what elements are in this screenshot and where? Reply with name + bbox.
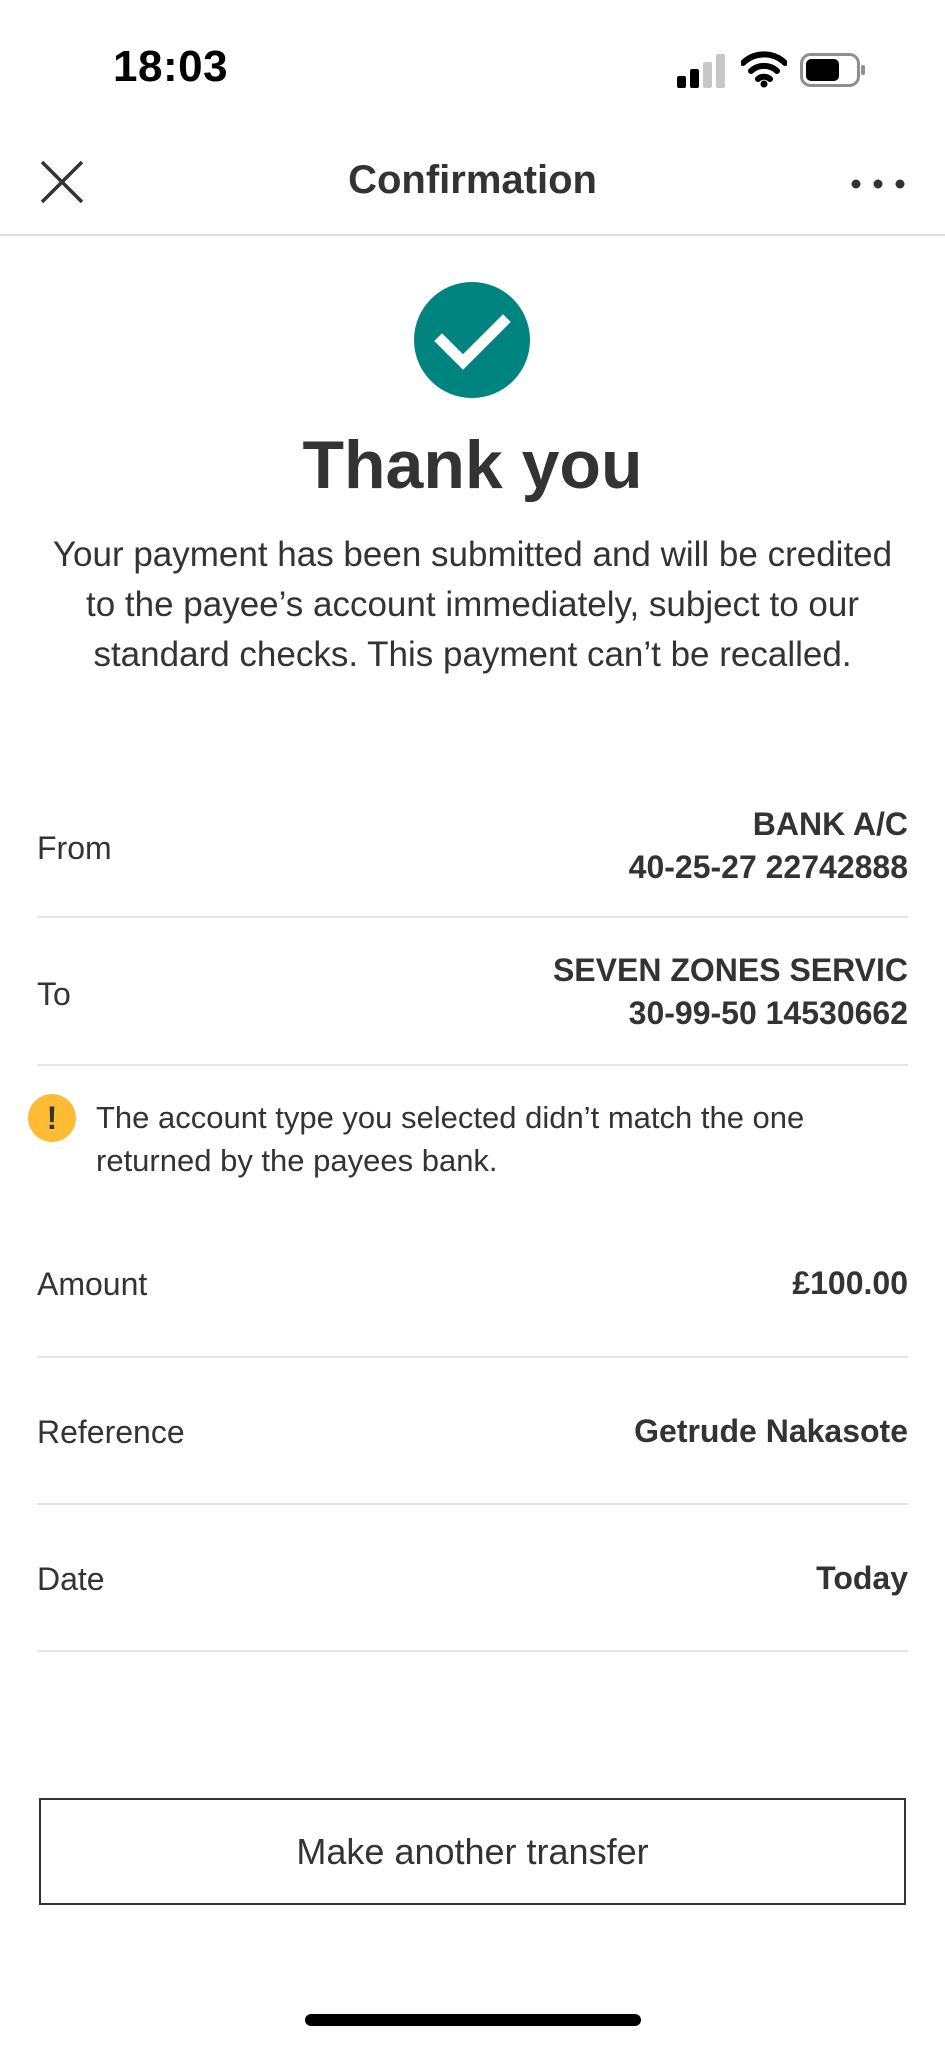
from-account-name: BANK A/C	[752, 806, 908, 842]
amount-value: £100.00	[792, 1265, 908, 1301]
date-row: Date Today	[37, 1505, 908, 1652]
from-label: From	[37, 830, 112, 866]
battery-icon	[800, 53, 865, 87]
to-row: To SEVEN ZONES SERVIC 30-99-50 14530662	[37, 918, 908, 1066]
make-another-transfer-button[interactable]: Make another transfer	[39, 1798, 906, 1905]
page-title: Confirmation	[348, 158, 597, 202]
warning-icon: !	[28, 1094, 76, 1142]
status-time: 18:03	[113, 42, 229, 91]
confirmation-screen: 18:03 Confirmation Thank you Your paymen…	[0, 0, 945, 2048]
from-value: BANK A/C 40-25-27 22742888	[629, 803, 908, 889]
more-options-icon[interactable]	[850, 174, 906, 194]
date-label: Date	[37, 1561, 105, 1597]
to-label: To	[37, 976, 71, 1012]
status-bar: 18:03	[0, 0, 945, 130]
payment-submitted-message: Your payment has been submitted and will…	[52, 535, 893, 674]
to-payee-name: SEVEN ZONES SERVIC	[552, 952, 908, 988]
navigation-bar: Confirmation	[0, 130, 945, 236]
thank-you-heading: Thank you	[302, 427, 643, 503]
account-type-warning: ! The account type you selected didn’t m…	[28, 1094, 908, 1184]
to-account-number: 30-99-50 14530662	[628, 995, 908, 1031]
reference-row: Reference Getrude Nakasote	[37, 1358, 908, 1505]
amount-row: Amount £100.00	[37, 1210, 908, 1358]
wifi-icon	[741, 51, 787, 88]
amount-label: Amount	[37, 1266, 148, 1302]
date-value: Today	[816, 1560, 908, 1596]
to-value: SEVEN ZONES SERVIC 30-99-50 14530662	[553, 949, 908, 1035]
reference-value: Getrude Nakasote	[634, 1413, 908, 1449]
reference-label: Reference	[37, 1414, 185, 1450]
success-check-badge	[414, 282, 530, 398]
from-row: From BANK A/C 40-25-27 22742888	[37, 800, 908, 918]
home-indicator[interactable]	[305, 2014, 641, 2026]
cellular-signal-icon	[677, 54, 725, 88]
from-account-number: 40-25-27 22742888	[628, 849, 908, 885]
checkmark-icon	[434, 314, 511, 370]
warning-text: The account type you selected didn’t mat…	[96, 1100, 805, 1178]
